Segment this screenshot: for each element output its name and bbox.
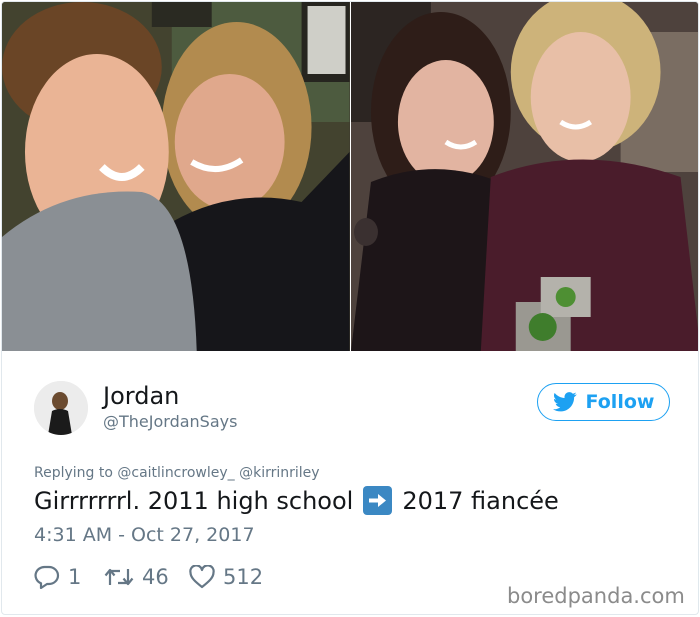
tweet-card: Jordan @TheJordanSays Follow Replying to… [1, 1, 699, 615]
user-handle[interactable]: @TheJordanSays [103, 412, 237, 431]
like-button[interactable]: 512 [189, 565, 263, 589]
like-count: 512 [223, 565, 264, 589]
tweet-text: Girrrrrrrl. 2011 high school 2017 fiancé… [34, 486, 559, 515]
heart-icon [189, 565, 215, 589]
retweet-count: 46 [142, 565, 169, 589]
display-name[interactable]: Jordan [103, 382, 179, 410]
reply-count: 1 [68, 565, 82, 589]
tweet-photos [2, 2, 698, 351]
reply-bubble-icon [34, 565, 60, 589]
tweet-photo-2011[interactable] [2, 2, 350, 351]
right-arrow-emoji-icon [363, 486, 393, 515]
replying-to-line[interactable]: Replying to @caitlincrowley_ @kirrinrile… [34, 465, 320, 481]
tweet-actions: 1 46 512 [34, 563, 263, 591]
retweet-icon [104, 566, 134, 588]
follow-button[interactable]: Follow [537, 383, 670, 421]
follow-label: Follow [585, 391, 655, 413]
tweet-text-after: 2017 fiancée [402, 486, 559, 515]
reply-button[interactable]: 1 [34, 565, 104, 589]
retweet-button[interactable]: 46 [104, 565, 189, 589]
twitter-bird-icon [552, 392, 577, 412]
boredpanda-watermark: boredpanda.com [507, 584, 685, 608]
tweet-photo-2017[interactable] [350, 2, 698, 351]
tweet-text-before: Girrrrrrrl. 2011 high school [34, 486, 354, 515]
tweet-timestamp[interactable]: 4:31 AM - Oct 27, 2017 [34, 524, 255, 546]
avatar[interactable] [34, 381, 88, 435]
